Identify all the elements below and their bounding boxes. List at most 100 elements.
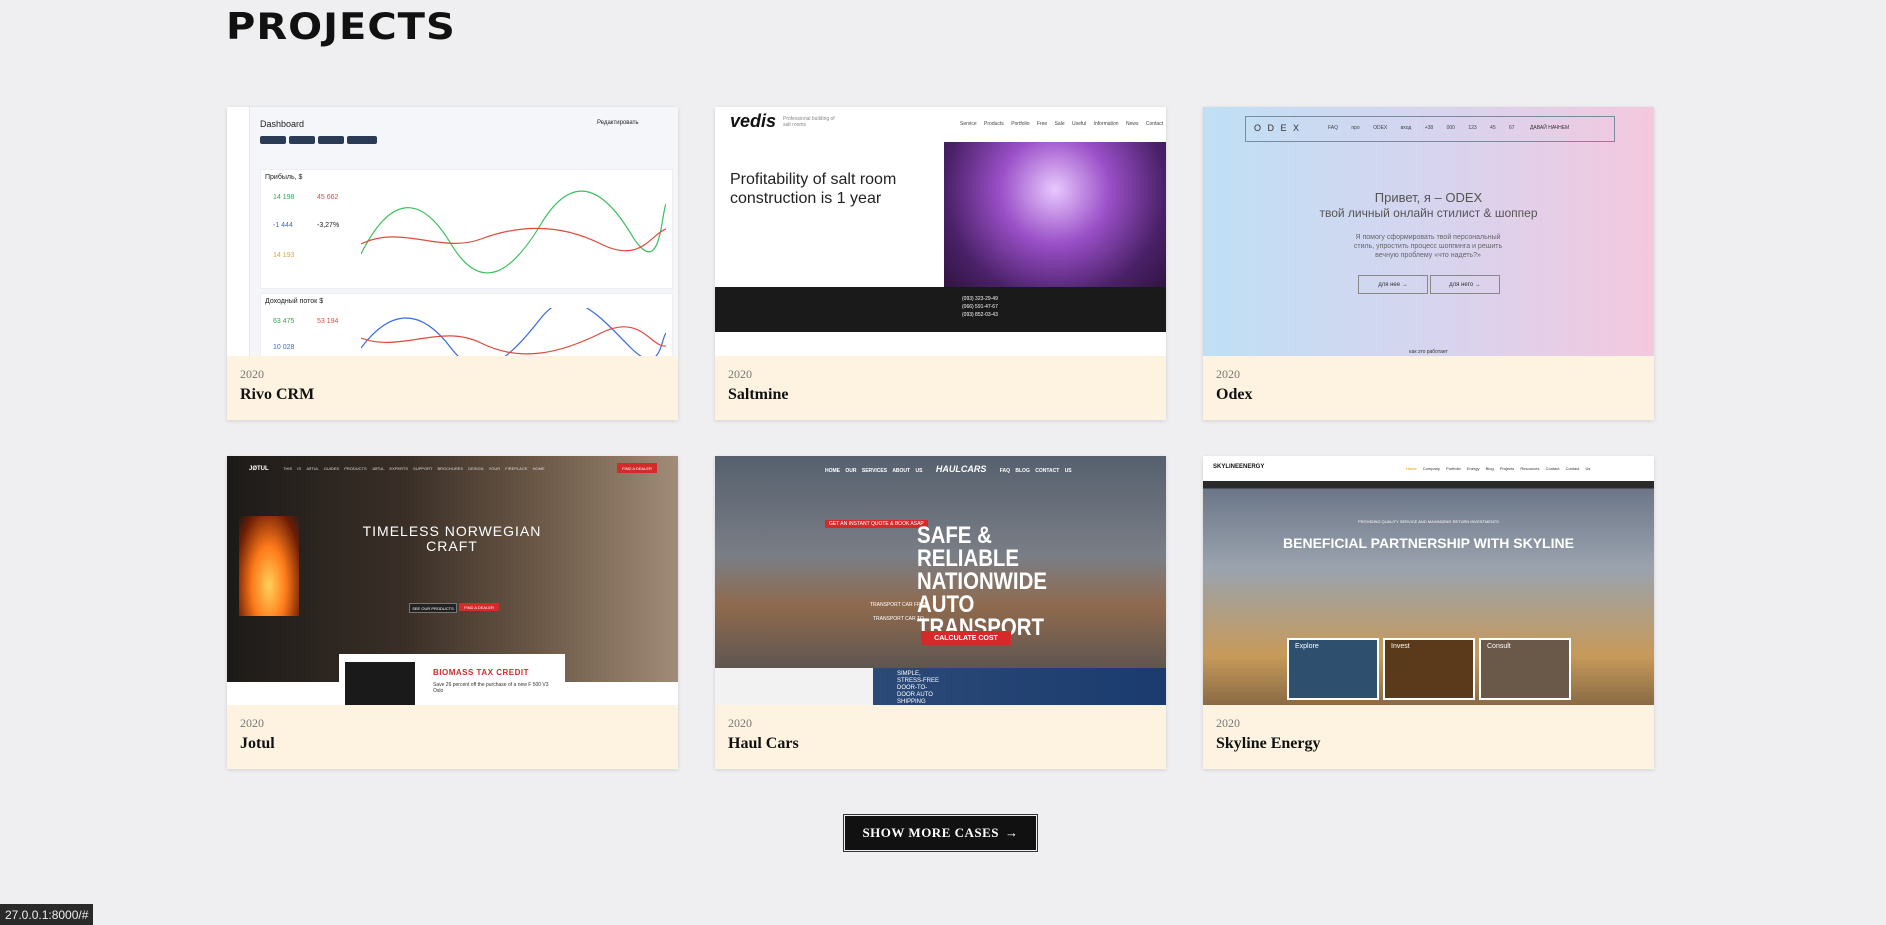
nav-item[interactable]: Contact Us xyxy=(1566,466,1591,471)
nav-item[interactable]: Portfolio xyxy=(1446,466,1461,471)
project-card-rivo-crm[interactable]: Dashboard Редактировать Прибыль, $ 14 19… xyxy=(227,107,678,420)
nav-item[interactable]: CONTACT US xyxy=(1035,468,1071,474)
find-dealer-button[interactable]: FIND A DEALER xyxy=(459,603,499,611)
dashboard-heading: Dashboard xyxy=(260,119,305,129)
consult-tile[interactable]: Consult xyxy=(1479,638,1571,700)
headline: TIMELESS NORWEGIAN CRAFT xyxy=(362,523,542,554)
stove-image xyxy=(345,662,415,705)
project-thumbnail[interactable]: Dashboard Редактировать Прибыль, $ 14 19… xyxy=(227,107,678,356)
nav-links: FAQ про ODEX вход +38 000 123 45 67 xyxy=(1328,125,1515,131)
headline: Profitability of salt room construction … xyxy=(730,171,897,207)
kpi-value: -1 444 xyxy=(273,222,293,229)
kpi-value: 14 193 xyxy=(273,252,295,259)
project-name[interactable]: Jotul xyxy=(240,735,275,753)
explore-tile[interactable]: Explore xyxy=(1287,638,1379,700)
nav-item[interactable]: OUR SERVICES xyxy=(845,468,887,474)
card-meta: 2020 Jotul xyxy=(240,716,275,753)
see-products-button[interactable]: SEE OUR PRODUCTS xyxy=(409,603,457,613)
project-card-haul-cars[interactable]: HOME OUR SERVICES ABOUT US HAULCARS FAQ … xyxy=(715,456,1166,769)
site-nav: O D E X FAQ про ODEX вход +38 000 123 45… xyxy=(1245,116,1615,142)
sidebar xyxy=(227,107,250,356)
nav-item[interactable]: News xyxy=(1126,121,1139,127)
nav-item[interactable]: Home xyxy=(1406,466,1417,471)
headline: BENEFICIAL PARTNERSHIP WITH SKYLINE xyxy=(1283,535,1574,551)
nav-item[interactable]: FAQ xyxy=(1328,125,1338,131)
project-thumbnail[interactable]: SKYLINEENERGY Home Company Portfolio Ene… xyxy=(1203,456,1654,705)
nav-item[interactable]: Company xyxy=(1423,466,1440,471)
promo-text: SIMPLE, STRESS-FREE DOOR-TO-DOOR AUTO SH… xyxy=(897,671,940,705)
project-year: 2020 xyxy=(240,716,264,730)
nav-item[interactable]: Projects xyxy=(1500,466,1514,471)
nav-item[interactable]: Resources xyxy=(1520,466,1539,471)
nav-item[interactable]: +38 000 123 45 67 xyxy=(1425,125,1515,131)
project-name[interactable]: Skyline Energy xyxy=(1216,735,1320,753)
nav-item[interactable]: вход xyxy=(1401,125,1412,131)
nav-item[interactable]: про ODEX xyxy=(1351,125,1387,131)
for-him-button[interactable]: для него → xyxy=(1430,275,1500,294)
kpi-value: 14 198 xyxy=(273,194,295,201)
project-name[interactable]: Rivo CRM xyxy=(240,386,314,404)
nav-item[interactable]: GUIDES xyxy=(324,466,339,471)
nav-item[interactable]: PRODUCTS xyxy=(344,466,366,471)
nav-item[interactable]: Contact xyxy=(1146,121,1163,127)
project-thumbnail[interactable]: HOME OUR SERVICES ABOUT US HAULCARS FAQ … xyxy=(715,456,1166,705)
nav-item[interactable]: Energy xyxy=(1467,466,1480,471)
nav-item[interactable]: THIS IS JØTUL xyxy=(283,466,319,471)
invest-tile[interactable]: Invest xyxy=(1383,638,1475,700)
project-name[interactable]: Haul Cars xyxy=(728,735,799,753)
calculate-cost-button[interactable]: CALCULATE COST xyxy=(921,631,1011,645)
logo: O D E X xyxy=(1254,123,1302,133)
logo: JØTUL xyxy=(249,466,269,472)
site-nav: Home Company Portfolio Energy Blog Proje… xyxy=(1406,466,1590,471)
phone: (093) 852-03-43 xyxy=(962,312,998,318)
page-title: PROJECTS xyxy=(226,5,456,49)
project-card-odex[interactable]: O D E X FAQ про ODEX вход +38 000 123 45… xyxy=(1203,107,1654,420)
nav-item[interactable]: DESIGN YOUR FIREPLACE HOME xyxy=(468,466,544,471)
nav-item[interactable]: HOME xyxy=(825,468,840,474)
revenue-line-chart xyxy=(361,308,666,356)
card-meta: 2020 Skyline Energy xyxy=(1216,716,1320,753)
project-year: 2020 xyxy=(240,367,264,381)
nav-item[interactable]: Blog xyxy=(1486,466,1494,471)
project-thumbnail[interactable]: vedis Professional building of salt room… xyxy=(715,107,1166,356)
nav-item[interactable]: Useful Information xyxy=(1072,121,1119,127)
tile-label: Invest xyxy=(1391,643,1410,650)
nav-item[interactable]: SUPPORT xyxy=(413,466,432,471)
nav-item[interactable]: Service Products xyxy=(960,121,1004,127)
kpi-value: 45 662 xyxy=(317,194,339,201)
project-card-skyline-energy[interactable]: SKYLINEENERGY Home Company Portfolio Ene… xyxy=(1203,456,1654,769)
headline: SAFE & RELIABLE NATIONWIDE AUTO TRANSPOR… xyxy=(917,522,1047,641)
nav-item[interactable]: Contact xyxy=(1546,466,1560,471)
project-year: 2020 xyxy=(1216,716,1240,730)
nav-item[interactable]: JØTUL EXPERTS xyxy=(372,466,408,471)
project-name[interactable]: Odex xyxy=(1216,386,1252,404)
cta-button[interactable]: ДАВАЙ НАЧНЕМ xyxy=(1530,125,1569,131)
profit-line-chart xyxy=(361,190,666,274)
card-meta: 2020 Saltmine xyxy=(728,367,788,404)
nav-item[interactable]: Portfolio xyxy=(1011,121,1029,127)
project-name[interactable]: Saltmine xyxy=(728,386,788,404)
phone: (066) 591-47-67 xyxy=(962,304,998,310)
nav-item[interactable]: FAQ xyxy=(1000,468,1010,474)
tagline: Professional building of salt rooms xyxy=(783,116,835,128)
kpi-value: 53 194 xyxy=(317,318,339,325)
project-thumbnail[interactable]: O D E X FAQ про ODEX вход +38 000 123 45… xyxy=(1203,107,1654,356)
nav-item[interactable]: BLOG xyxy=(1015,468,1029,474)
project-card-jotul[interactable]: JØTUL THIS IS JØTUL GUIDES PRODUCTS JØTU… xyxy=(227,456,678,769)
filter-pill xyxy=(289,136,315,144)
kpi-value: 63 475 xyxy=(273,318,295,325)
nav-item[interactable]: BROCHURES xyxy=(438,466,464,471)
find-dealer-button[interactable]: FIND A DEALER xyxy=(617,463,657,473)
how-it-works-link[interactable]: как это работает xyxy=(1203,349,1654,355)
project-thumbnail[interactable]: JØTUL THIS IS JØTUL GUIDES PRODUCTS JØTU… xyxy=(227,456,678,705)
salt-room-photo xyxy=(944,142,1166,300)
nav-item[interactable]: ABOUT US xyxy=(892,468,922,474)
show-more-cases-button[interactable]: SHOW MORE CASES → xyxy=(843,814,1038,852)
headline: Привет, я – ODEX xyxy=(1374,190,1483,205)
promo-box: BIOMASS TAX CREDIT Save 26 percent off t… xyxy=(339,654,565,705)
nav-item[interactable]: Free Sale xyxy=(1037,121,1065,127)
project-card-saltmine[interactable]: vedis Professional building of salt room… xyxy=(715,107,1166,420)
project-year: 2020 xyxy=(1216,367,1240,381)
tile-label: Explore xyxy=(1295,643,1319,650)
for-her-button[interactable]: для нее → xyxy=(1358,275,1428,294)
